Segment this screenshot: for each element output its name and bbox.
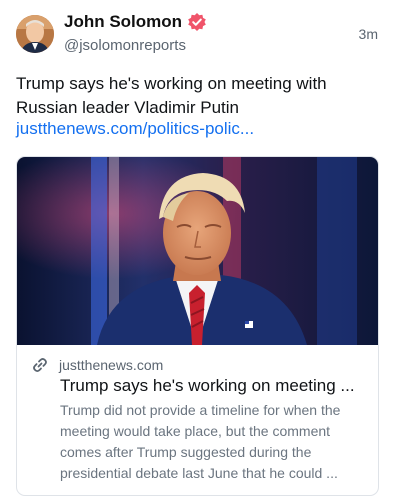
link-icon xyxy=(31,356,49,374)
card-description: Trump did not provide a timeline for whe… xyxy=(60,402,341,481)
card-domain: justthenews.com xyxy=(59,357,164,373)
timestamp[interactable]: 3m xyxy=(359,26,378,42)
verified-badge-icon xyxy=(187,12,207,32)
card-image[interactable] xyxy=(17,157,378,345)
display-name-row[interactable]: John Solomon xyxy=(64,12,207,32)
post-link[interactable]: justthenews.com/politics-polic... xyxy=(16,118,254,140)
display-name[interactable]: John Solomon xyxy=(64,12,182,32)
author-handle[interactable]: @jsolomonreports xyxy=(64,37,186,55)
post[interactable]: John Solomon @jsolomonreports 3m Trump s… xyxy=(0,0,395,500)
card-title[interactable]: Trump says he's working on meeting ... xyxy=(60,375,372,397)
avatar[interactable] xyxy=(16,15,54,53)
post-text: Trump says he's working on meeting with … xyxy=(16,74,327,117)
link-card[interactable]: justthenews.com Trump says he's working … xyxy=(16,156,379,496)
domain-row: justthenews.com xyxy=(31,356,163,374)
